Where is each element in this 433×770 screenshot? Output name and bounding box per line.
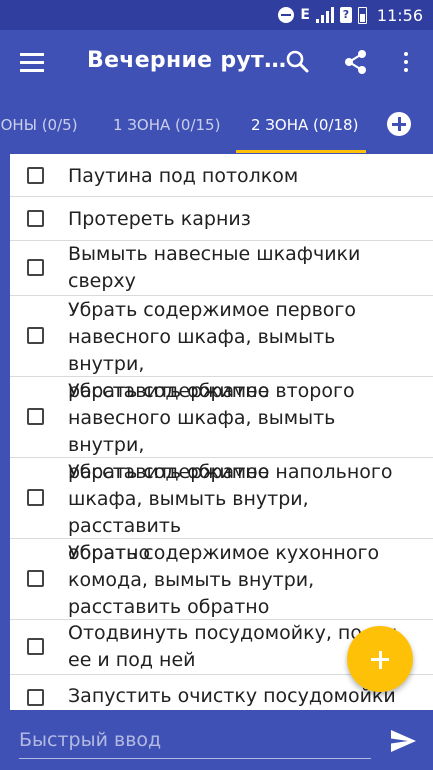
task-checkbox[interactable] <box>27 167 44 184</box>
task-text: Паутина под потолком <box>68 165 299 187</box>
list-item: Протереть карниз <box>10 197 433 241</box>
task-checkbox[interactable] <box>27 210 44 227</box>
more-vert-icon[interactable] <box>398 48 414 76</box>
clock: 11:56 <box>376 5 423 25</box>
list-item: Убрать содержимое кухонного комода, вымы… <box>10 539 433 620</box>
zone-tabs: ЗОНЫ (0/5) 1 ЗОНА (0/15) 2 ЗОНА (0/18) <box>0 96 433 154</box>
status-bar: E ? 11:56 <box>0 0 433 30</box>
list-item: Вымыть навесные шкафчики сверху <box>10 241 433 296</box>
signal-icon <box>315 7 334 23</box>
list-item: Убрать содержимое напольного шкафа, вымы… <box>10 458 433 564</box>
active-tab-indicator <box>236 150 366 153</box>
list-item: Паутина под потолком <box>10 154 433 197</box>
do-not-disturb-icon <box>278 7 295 23</box>
list-item: Убрать содержимое второго навесного шкаф… <box>10 377 433 483</box>
battery-icon <box>357 6 367 24</box>
menu-icon[interactable] <box>20 51 46 75</box>
send-icon[interactable] <box>389 728 417 754</box>
task-checkbox[interactable] <box>27 489 44 506</box>
app-toolbar: Вечерние рут… <box>0 30 433 96</box>
task-checkbox[interactable] <box>27 327 44 344</box>
list-item: Убрать содержимое первого навесного шкаф… <box>10 296 433 402</box>
quick-input-bar <box>0 710 433 770</box>
page-title: Вечерние рут… <box>87 48 287 73</box>
tab-zone-1[interactable]: 1 ЗОНА (0/15) <box>113 116 220 134</box>
share-icon[interactable] <box>342 48 370 76</box>
network-type: E <box>300 7 310 23</box>
task-checkbox[interactable] <box>27 638 44 655</box>
add-task-fab[interactable] <box>347 626 413 692</box>
quick-input-field[interactable] <box>19 722 371 759</box>
task-checkbox[interactable] <box>27 570 44 587</box>
tab-zone-2[interactable]: 2 ЗОНА (0/18) <box>251 116 358 134</box>
task-text: Вымыть навесные шкафчики сверху <box>68 243 361 292</box>
task-checkbox[interactable] <box>27 689 44 706</box>
add-tab-icon[interactable] <box>387 112 411 136</box>
task-text: Убрать содержимое кухонного комода, вымы… <box>68 542 380 618</box>
task-text: Протереть карниз <box>68 208 251 230</box>
task-checkbox[interactable] <box>27 259 44 276</box>
tab-zones[interactable]: ЗОНЫ (0/5) <box>0 116 78 134</box>
search-icon[interactable] <box>284 48 312 76</box>
sim-icon: ? <box>339 7 352 23</box>
task-checkbox[interactable] <box>27 408 44 425</box>
